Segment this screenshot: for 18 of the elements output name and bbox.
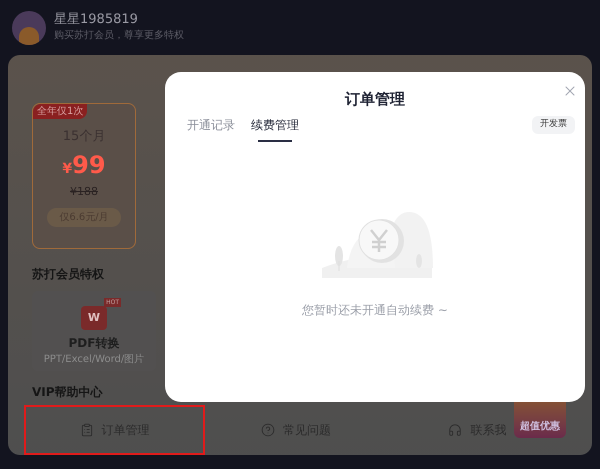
tab[interactable]: 续费管理	[251, 116, 299, 142]
tab[interactable]: 开通记录	[187, 116, 235, 142]
privilege-desc: PPT/Excel/Word/图片	[44, 352, 144, 367]
avatar	[12, 10, 46, 44]
user-subtitle: 购买苏打会员，尊享更多特权	[54, 28, 184, 42]
question-icon	[260, 423, 275, 437]
plan-price: 99	[72, 150, 106, 178]
privileges-title: 苏打会员特权	[32, 266, 105, 283]
empty-message: 您暂时还未开通自动续费 ~	[301, 302, 449, 319]
word-icon: W	[81, 306, 107, 330]
currency: ¥	[62, 160, 72, 178]
user-name: 星星1985819	[54, 12, 139, 28]
invoice-button[interactable]: 开发票	[532, 116, 575, 134]
headset-icon	[448, 423, 462, 437]
help-title: VIP帮助中心	[32, 384, 104, 401]
plan-tag: 全年仅1次	[33, 104, 88, 119]
dialog-title: 订单管理	[344, 89, 406, 110]
clipboard-icon	[80, 423, 94, 437]
